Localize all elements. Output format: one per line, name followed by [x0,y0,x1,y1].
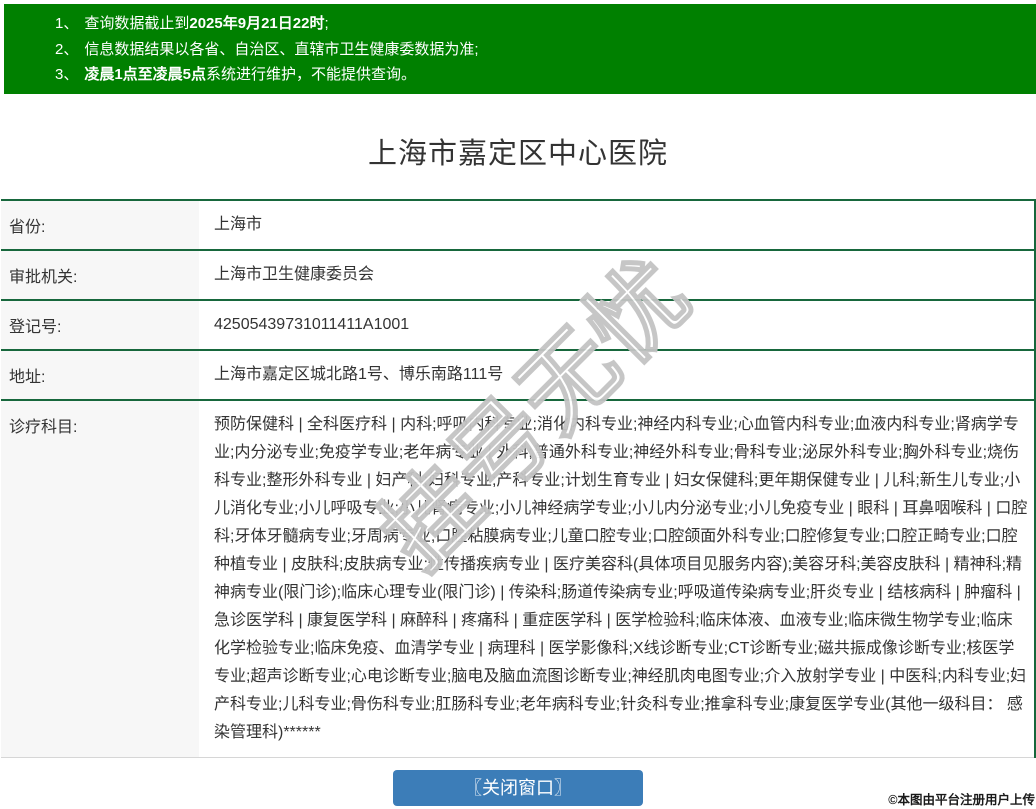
notice-line-2: 2、 信息数据结果以各省、自治区、直辖市卫生健康委数据为准; [55,37,1026,63]
table-row-province: 省份: 上海市 [1,199,1035,250]
row-label: 登记号: [1,299,199,350]
copyright-credit: ©本图由平台注册用户上传 [888,793,1035,807]
notice-bold-text: 2025年9月21日22时 [189,15,325,32]
row-value: 上海市嘉定区城北路1号、博乐南路111号 [214,365,504,383]
hospital-title: 上海市嘉定区中心医院 [367,137,668,170]
row-value: 预防保健科 | 全科医疗科 | 内科;呼吸内科专业;消化内科专业;神经内科专业;… [214,415,1028,741]
row-label: 省份: [1,199,199,250]
row-label: 地址: [1,349,199,400]
table-row-registration-number: 登记号: 42505439731011411A1001 [1,299,1035,350]
notice-bold-text: 凌晨1点至凌晨5点 [84,66,207,83]
notice-line-1: 1、 查询数据截止到2025年9月21日22时; [55,11,1026,37]
query-result-page: 1、 查询数据截止到2025年9月21日22时; 2、 信息数据结果以各省、自治区、… [0,0,1036,809]
notice-number: 3、 [55,66,79,83]
table-row-address: 地址: 上海市嘉定区城北路1号、博乐南路111号 [1,349,1035,400]
row-value: 上海市卫生健康委员会 [214,265,375,283]
button-row: 〖关闭窗口〗 [0,769,1036,806]
row-label: 诊疗科目: [1,399,199,757]
table-row-departments: 诊疗科目: 预防保健科 | 全科医疗科 | 内科;呼吸内科专业;消化内科专业;神… [1,399,1035,757]
notice-text: 信息数据结果以各省、自治区、直辖市卫生健康委数据为准; [84,40,479,58]
notice-number: 2、 [55,40,79,58]
row-value: 上海市 [214,215,263,233]
notice-text: ; [324,15,329,32]
notice-banner: 1、 查询数据截止到2025年9月21日22时; 2、 信息数据结果以各省、自治区、… [4,4,1036,94]
row-value: 42505439731011411A1001 [214,315,410,333]
notice-text: 系统进行维护，不能提供查询。 [206,66,417,83]
close-window-button[interactable]: 〖关闭窗口〗 [393,769,643,806]
table-row-approval-authority: 审批机关: 上海市卫生健康委员会 [1,249,1035,300]
notice-number: 1、 [55,15,79,32]
institution-info-table: 省份: 上海市 审批机关: 上海市卫生健康委员会 登记号: 4250543973… [1,198,1036,758]
notice-line-3: 3、 凌晨1点至凌晨5点系统进行维护，不能提供查询。 [55,62,1026,88]
row-label: 审批机关: [1,249,199,300]
notice-text: 查询数据截止到 [84,15,190,32]
